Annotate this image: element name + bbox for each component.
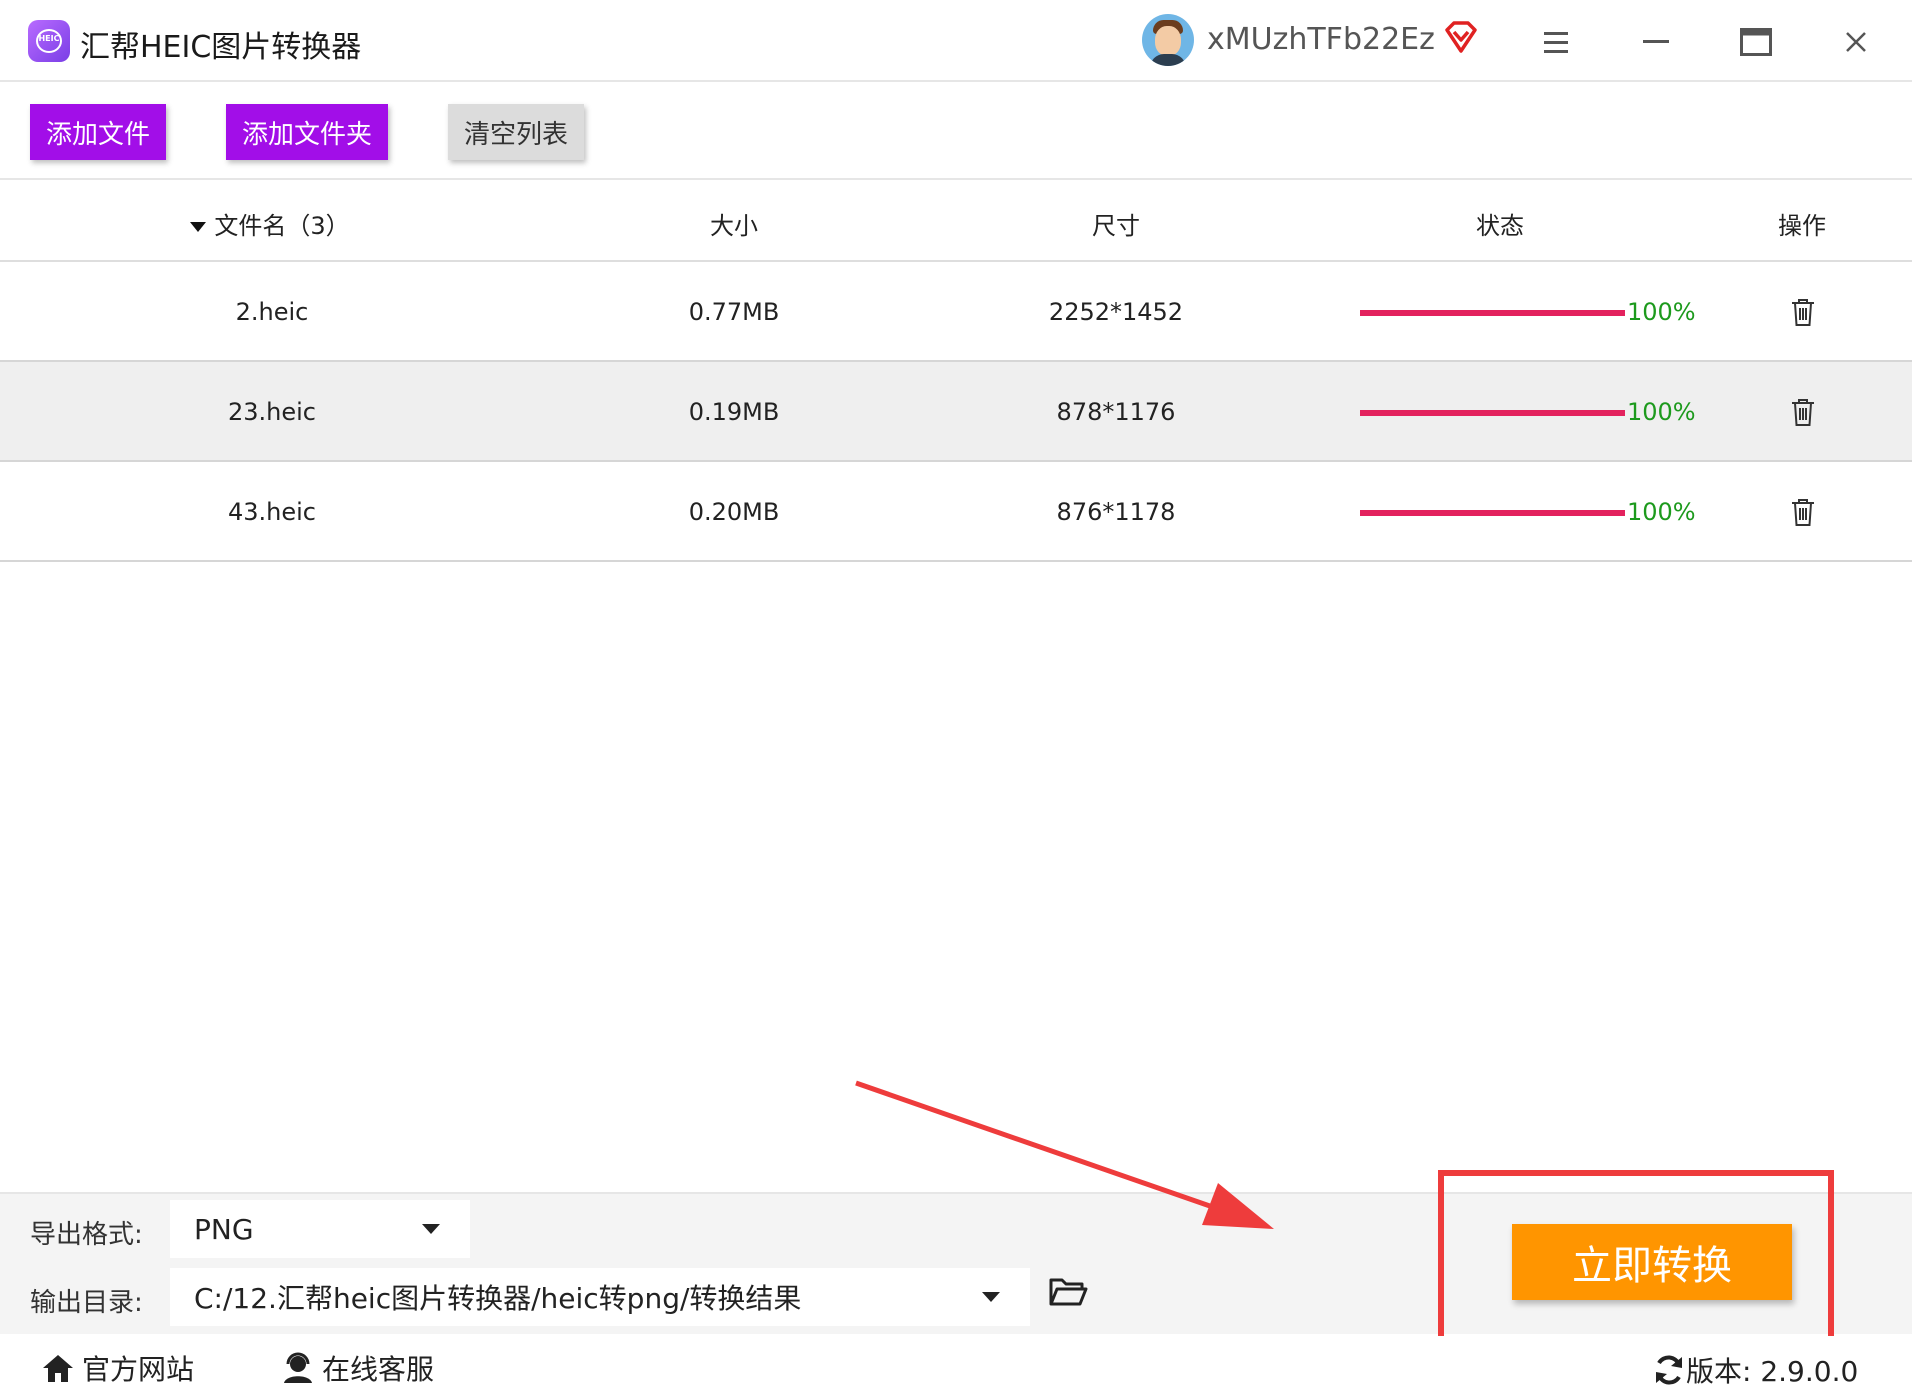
file-dimension: 2252*1452 [1048, 298, 1184, 326]
progress-bar [1360, 410, 1625, 416]
add-file-button[interactable]: 添加文件 [30, 104, 166, 160]
official-website-link[interactable]: 官方网站 [40, 1348, 194, 1388]
file-dimension: 878*1176 [1056, 398, 1176, 426]
title-bar: HEIC 汇帮HEIC图片转换器 xMUzhTFb22Ez [0, 0, 1912, 82]
output-dir-label: 输出目录: [30, 1288, 143, 1318]
output-dir-select[interactable]: C:/12.汇帮heic图片转换器/heic转png/转换结果 [170, 1268, 1030, 1326]
menu-icon[interactable] [1534, 20, 1578, 64]
username[interactable]: xMUzhTFb22Ez [1207, 22, 1435, 57]
sort-desc-icon [190, 222, 207, 232]
app-window: HEIC 汇帮HEIC图片转换器 xMUzhTFb22Ez 添加文件 添加文件夹… [0, 0, 1912, 1400]
file-name: 23.heic [227, 398, 316, 426]
table-header: 文件名（3） 大小 尺寸 状态 操作 [0, 182, 1912, 262]
table-row[interactable]: 43.heic 0.20MB 876*1178 100% [0, 462, 1912, 562]
vip-diamond-icon[interactable] [1442, 18, 1480, 56]
file-size: 0.77MB [688, 298, 780, 326]
home-icon [43, 1355, 73, 1382]
file-size: 0.20MB [688, 498, 780, 526]
refresh-icon [1656, 1355, 1682, 1385]
table-row[interactable]: 23.heic 0.19MB 878*1176 100% [0, 362, 1912, 462]
file-name: 2.heic [235, 298, 309, 326]
status-text: 100% [1627, 298, 1696, 326]
file-dimension: 876*1178 [1056, 498, 1176, 526]
status-text: 100% [1627, 398, 1696, 426]
app-logo-icon: HEIC [28, 20, 70, 62]
annotation-arrow [855, 1080, 1274, 1229]
chevron-down-icon [422, 1224, 440, 1234]
column-header-status: 状态 [1476, 212, 1524, 240]
progress-bar [1360, 310, 1625, 316]
footer: 官方网站 在线客服 版本: 2.9.0.0 [0, 1336, 1912, 1400]
trash-icon[interactable] [1788, 396, 1818, 428]
online-support-link[interactable]: 在线客服 [280, 1348, 434, 1388]
chevron-down-icon [982, 1292, 1000, 1302]
status-text: 100% [1627, 498, 1696, 526]
app-title: 汇帮HEIC图片转换器 [80, 30, 362, 65]
file-name: 43.heic [227, 498, 316, 526]
close-icon[interactable] [1834, 20, 1878, 64]
toolbar: 添加文件 添加文件夹 清空列表 [0, 84, 1912, 180]
add-folder-button[interactable]: 添加文件夹 [226, 104, 388, 160]
support-agent-icon [284, 1352, 312, 1383]
trash-icon[interactable] [1788, 296, 1818, 328]
export-format-label: 导出格式: [30, 1220, 143, 1250]
file-size: 0.19MB [688, 398, 780, 426]
clear-list-button[interactable]: 清空列表 [448, 104, 584, 160]
progress-bar [1360, 510, 1625, 516]
version-info[interactable]: 版本: 2.9.0.0 [1652, 1350, 1858, 1390]
folder-open-icon[interactable] [1048, 1274, 1088, 1308]
column-header-size: 大小 [710, 212, 758, 240]
column-header-dimension: 尺寸 [1092, 212, 1140, 240]
column-header-name[interactable]: 文件名（3） [140, 206, 400, 241]
trash-icon[interactable] [1788, 496, 1818, 528]
table-row[interactable]: 2.heic 0.77MB 2252*1452 100% [0, 262, 1912, 362]
minimize-icon[interactable] [1634, 20, 1678, 64]
column-header-action: 操作 [1778, 212, 1826, 240]
avatar[interactable] [1142, 14, 1194, 66]
export-format-select[interactable]: PNG [170, 1200, 470, 1258]
maximize-icon[interactable] [1734, 20, 1778, 64]
